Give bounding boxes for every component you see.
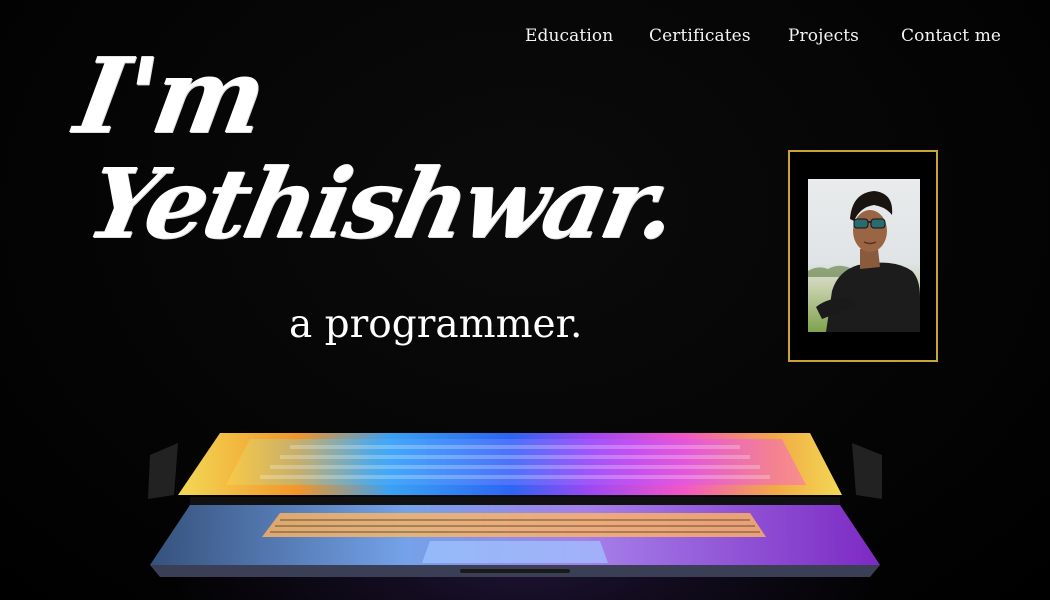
page: Education Certificates Projects Contact … xyxy=(0,0,1050,600)
nav-contact-me[interactable]: Contact me xyxy=(901,26,1001,46)
hero-role: a programmer. xyxy=(289,302,583,347)
profile-photo xyxy=(808,179,920,332)
hero-greeting: I'm xyxy=(67,34,274,157)
hero-name: Yethishwar. xyxy=(78,147,685,260)
nav-projects[interactable]: Projects xyxy=(788,26,859,46)
person-illustration xyxy=(808,191,920,332)
laptop-image xyxy=(130,425,900,600)
nav-certificates[interactable]: Certificates xyxy=(649,26,751,46)
nav-education[interactable]: Education xyxy=(525,26,613,46)
portrait-frame xyxy=(788,150,938,362)
